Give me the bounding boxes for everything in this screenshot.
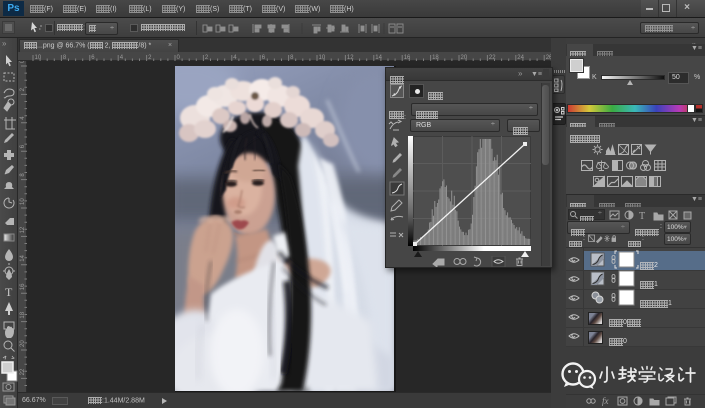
svg-text:8: 8 xyxy=(20,173,26,177)
svg-text:0: 0 xyxy=(20,61,26,63)
svg-text:4: 4 xyxy=(120,55,124,61)
svg-text:2: 2 xyxy=(20,87,26,91)
svg-text:4: 4 xyxy=(20,116,26,120)
svg-text:22: 22 xyxy=(20,368,26,375)
svg-text:10: 10 xyxy=(20,198,26,205)
svg-text:T: T xyxy=(639,211,645,221)
svg-text:14: 14 xyxy=(20,254,26,261)
svg-text:2: 2 xyxy=(205,55,209,61)
svg-text:6: 6 xyxy=(20,144,26,148)
svg-text:18: 18 xyxy=(20,311,26,318)
svg-text:6: 6 xyxy=(91,55,95,61)
svg-text:»: » xyxy=(2,39,7,48)
svg-text:12: 12 xyxy=(347,55,354,61)
svg-text:4: 4 xyxy=(233,55,237,61)
svg-text:14: 14 xyxy=(375,55,382,61)
svg-text:6: 6 xyxy=(262,55,266,61)
svg-text:10: 10 xyxy=(35,55,42,61)
svg-text:0: 0 xyxy=(177,55,181,61)
svg-text:20: 20 xyxy=(461,55,468,61)
svg-text:12: 12 xyxy=(20,226,26,233)
svg-text:16: 16 xyxy=(20,283,26,290)
svg-text:24: 24 xyxy=(517,55,524,61)
svg-text:fx: fx xyxy=(602,396,609,406)
svg-text:T: T xyxy=(5,285,13,299)
svg-text:2: 2 xyxy=(148,55,152,61)
svg-text:8: 8 xyxy=(63,55,67,61)
svg-text:8: 8 xyxy=(290,55,294,61)
svg-text:22: 22 xyxy=(489,55,496,61)
svg-text:10: 10 xyxy=(319,55,326,61)
svg-text:16: 16 xyxy=(404,55,411,61)
svg-text:18: 18 xyxy=(432,55,439,61)
svg-text:20: 20 xyxy=(20,340,26,347)
